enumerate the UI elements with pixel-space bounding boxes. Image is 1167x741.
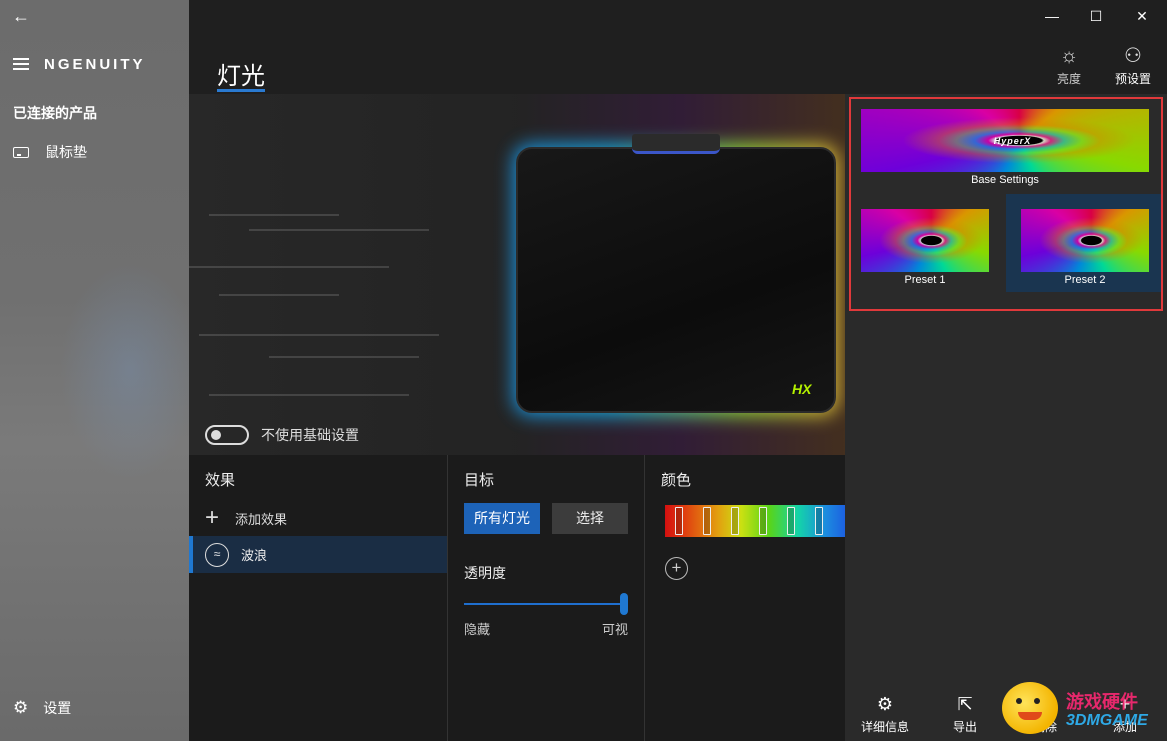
glitch-stripe [219, 294, 339, 296]
sidebar-item-label: 鼠标垫 [45, 144, 87, 160]
preset-highlight-box [849, 97, 1163, 311]
effects-panel: 效果 + 添加效果 ≈ 波浪 [189, 455, 447, 741]
presets-label: 预设置 [1114, 72, 1151, 86]
color-stop-handle[interactable] [759, 507, 767, 535]
sidebar: ← NGENUITY 已连接的产品 鼠标垫 ⚙ 设置 [0, 0, 200, 741]
mousepad-hub [632, 134, 720, 154]
opacity-slider-track[interactable] [464, 603, 624, 605]
color-circles-icon: ⚇ [1124, 45, 1142, 67]
add-color-button[interactable]: + [665, 557, 688, 580]
sidebar-item-mousepad[interactable]: 鼠标垫 [13, 142, 87, 162]
opacity-min-label: 隐藏 [464, 622, 491, 637]
color-gradient-bar[interactable] [665, 505, 845, 537]
brightness-button[interactable]: ☼ 亮度 [1047, 44, 1091, 87]
mascot-icon [1002, 682, 1058, 734]
color-stop-handle[interactable] [787, 507, 795, 535]
color-panel: 颜色 + [645, 455, 845, 741]
base-settings-toggle-row[interactable]: 不使用基础设置 [205, 425, 359, 445]
watermark-line1: 游戏硬件 [1066, 692, 1138, 712]
watermark-line2: 3DMGAME [1066, 712, 1148, 729]
minimize-button[interactable]: — [1040, 6, 1064, 26]
all-lights-button[interactable]: 所有灯光 [464, 503, 540, 534]
hyperx-logo: HX [792, 381, 812, 397]
sun-icon: ☼ [1059, 45, 1079, 67]
color-stop-handle[interactable] [731, 507, 739, 535]
opacity-title: 透明度 [464, 565, 506, 581]
mousepad-icon [13, 146, 29, 158]
add-effect-label: 添加效果 [235, 511, 288, 527]
export-button[interactable]: ⇱ 导出 [935, 694, 995, 735]
opacity-slider-thumb[interactable] [620, 593, 628, 615]
presets-button[interactable]: ⚇ 预设置 [1111, 44, 1155, 87]
mousepad-image [516, 147, 836, 413]
maximize-button[interactable]: ☐ [1084, 6, 1108, 26]
wave-icon: ≈ [205, 542, 229, 567]
lighting-preview: HX 不使用基础设置 [189, 94, 845, 455]
sidebar-item-settings[interactable]: ⚙ 设置 [13, 698, 71, 718]
gear-icon: ⚙ [876, 694, 894, 714]
glitch-stripe [189, 266, 389, 268]
toggle-label: 不使用基础设置 [261, 427, 359, 443]
brightness-label: 亮度 [1056, 72, 1081, 86]
export-label: 导出 [952, 720, 977, 734]
brand-logo: NGENUITY [44, 56, 146, 73]
color-title: 颜色 [661, 472, 692, 489]
glitch-stripe [209, 214, 339, 216]
export-icon: ⇱ [957, 694, 973, 714]
back-arrow-icon[interactable]: ← [12, 7, 32, 27]
glitch-stripe [249, 229, 429, 231]
hamburger-menu-icon[interactable] [13, 58, 29, 70]
effect-item-label: 波浪 [241, 548, 268, 563]
gear-icon: ⚙ [13, 698, 29, 717]
connected-products-heading: 已连接的产品 [13, 105, 97, 121]
close-button[interactable]: ✕ [1130, 6, 1154, 26]
add-effect-button[interactable]: + 添加效果 [205, 504, 288, 531]
glitch-stripe [209, 394, 409, 396]
effects-title: 效果 [205, 472, 236, 489]
select-button[interactable]: 选择 [552, 503, 628, 534]
plus-icon: + [205, 504, 220, 531]
sidebar-item-label: 设置 [43, 700, 72, 716]
page-title: 灯光 [217, 63, 265, 90]
glitch-stripe [269, 356, 419, 358]
effect-item-wave[interactable]: ≈ 波浪 [189, 536, 447, 573]
title-underline [217, 89, 265, 92]
opacity-max-label: 可视 [602, 622, 629, 637]
3dmgame-watermark: 游戏硬件 3DMGAME [1002, 680, 1162, 736]
details-label: 详细信息 [860, 720, 909, 734]
details-button[interactable]: ⚙ 详细信息 [855, 694, 915, 735]
target-title: 目标 [464, 472, 495, 489]
glitch-stripe [199, 334, 439, 336]
color-stop-handle[interactable] [815, 507, 823, 535]
target-panel: 目标 所有灯光 选择 透明度 隐藏 可视 [448, 455, 644, 741]
base-settings-toggle[interactable] [205, 425, 249, 445]
color-stop-handle[interactable] [675, 507, 683, 535]
color-stop-handle[interactable] [703, 507, 711, 535]
